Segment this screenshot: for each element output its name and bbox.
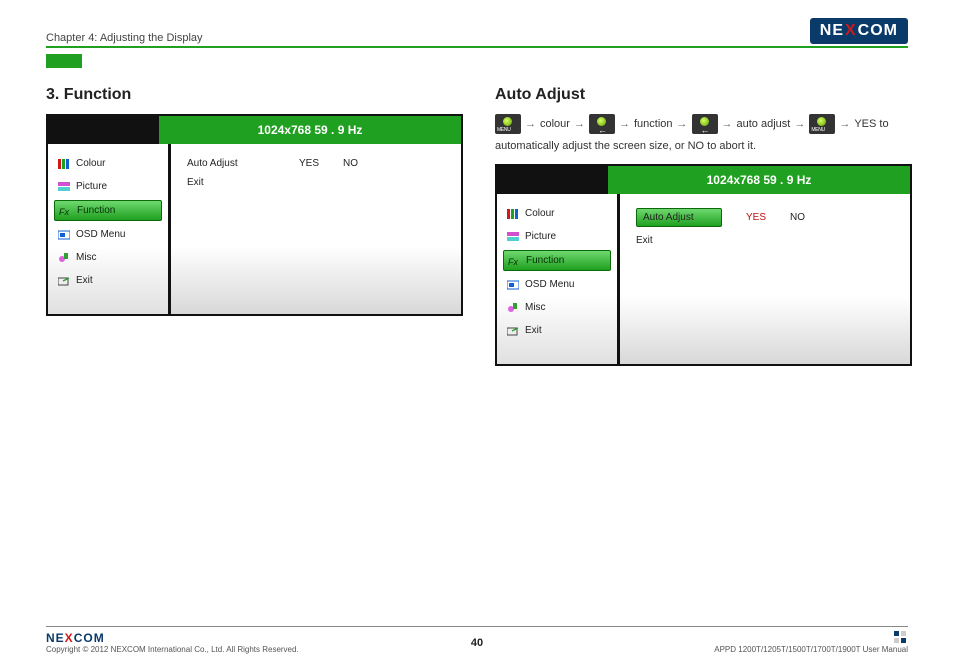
crumb-label: auto adjust [737,118,791,130]
crumb-label: colour [540,118,570,130]
model-text: APPD 1200T/1205T/1500T/1700T/1900T User … [714,645,908,654]
osd-row-label: Auto Adjust [636,208,722,227]
osd-resolution: 1024x768 59 . 9 Hz [605,166,910,194]
osd-resolution: 1024x768 59 . 9 Hz [156,116,461,144]
svg-text:Fx: Fx [59,207,69,216]
sidebar-item-label: Colour [76,158,105,169]
misc-icon [58,253,70,263]
sidebar-item-function[interactable]: Fx Function [54,200,162,221]
sidebar-item-label: Function [77,205,115,216]
sidebar-item-label: Misc [525,302,546,313]
arrow-icon: → [839,118,850,130]
sidebar-item-label: Picture [76,181,107,192]
osd-row-label: Exit [187,177,275,188]
arrow-icon: → [794,118,805,130]
sidebar-item-osdmenu[interactable]: OSD Menu [54,225,162,244]
sidebar-item-misc[interactable]: Misc [54,248,162,267]
sidebar-item-exit[interactable]: Exit [54,271,162,290]
osd-row-exit[interactable]: Exit [183,173,449,192]
osd-row-autoadjust[interactable]: Auto Adjust YES NO [632,204,898,231]
sidebar-item-exit[interactable]: Exit [503,321,611,340]
svg-text:Fx: Fx [508,257,518,266]
section-title-function: 3. Function [46,86,459,104]
sidebar-item-label: Exit [76,275,93,286]
arrow-icon: → [619,118,630,130]
sidebar-item-label: OSD Menu [76,229,125,240]
function-icon: Fx [59,206,71,216]
osd-main-panel: Auto Adjust YES NO Exit [620,194,910,364]
picture-icon [58,182,70,192]
osd-row-label: Auto Adjust [187,158,275,169]
osdmenu-icon [58,230,70,240]
crumb-label: function [634,118,673,130]
sidebar-item-label: OSD Menu [525,279,574,290]
osd-option-no[interactable]: NO [343,158,358,169]
sidebar-item-function[interactable]: Fx Function [503,250,611,271]
brand-logo: NEXCOM [810,18,908,44]
menu-button-icon [809,114,835,134]
copyright-text: Copyright © 2012 NEXCOM International Co… [46,645,299,654]
sidebar-item-label: Exit [525,325,542,336]
menu-button-icon [495,114,521,134]
sidebar-item-label: Function [526,255,564,266]
menu-button-icon [692,114,718,134]
section-title-autoadjust: Auto Adjust [495,86,908,104]
osd-main-panel: Auto Adjust YES NO Exit [171,144,461,314]
sidebar-item-misc[interactable]: Misc [503,298,611,317]
osd-option-yes[interactable]: YES [746,212,766,223]
osd-option-yes[interactable]: YES [299,158,319,169]
section-marker [46,54,82,68]
exit-icon [58,276,70,286]
menu-button-icon [589,114,615,134]
sidebar-item-label: Colour [525,208,554,219]
arrow-icon: → [525,118,536,130]
osd-row-autoadjust[interactable]: Auto Adjust YES NO [183,154,449,173]
osd-row-exit[interactable]: Exit [632,231,898,250]
function-icon: Fx [508,256,520,266]
picture-icon [507,232,519,242]
arrow-icon: → [722,118,733,130]
sidebar-item-colour[interactable]: Colour [503,204,611,223]
arrow-icon: → [677,118,688,130]
osd-panel-function: 1024x768 59 . 9 Hz Colour Picture [46,114,463,316]
sidebar-item-colour[interactable]: Colour [54,154,162,173]
footer-dots-icon [894,631,908,645]
sidebar-item-label: Misc [76,252,97,263]
sidebar-item-osdmenu[interactable]: OSD Menu [503,275,611,294]
instruction-text: automatically adjust the screen size, or… [495,140,908,152]
osd-option-no[interactable]: NO [790,212,805,223]
page-number: 40 [471,637,483,649]
instruction-sequence: → colour → → function → → auto adjust → … [495,114,908,134]
sidebar-item-picture[interactable]: Picture [54,177,162,196]
arrow-icon: → [574,118,585,130]
osdmenu-icon [507,280,519,290]
exit-icon [507,326,519,336]
crumb-label: YES to [854,118,888,130]
sidebar-item-label: Picture [525,231,556,242]
chapter-title: Chapter 4: Adjusting the Display [46,32,203,44]
osd-panel-autoadjust: 1024x768 59 . 9 Hz Colour Picture [495,164,912,366]
misc-icon [507,303,519,313]
osd-row-label: Exit [636,235,724,246]
brand-logo-small: NEXCOM [46,631,299,645]
osd-sidebar: Colour Picture Fx Function OSD Menu [497,194,620,364]
colour-icon [58,159,70,169]
osd-sidebar: Colour Picture Fx Function OSD Menu [48,144,171,314]
sidebar-item-picture[interactable]: Picture [503,227,611,246]
colour-icon [507,209,519,219]
